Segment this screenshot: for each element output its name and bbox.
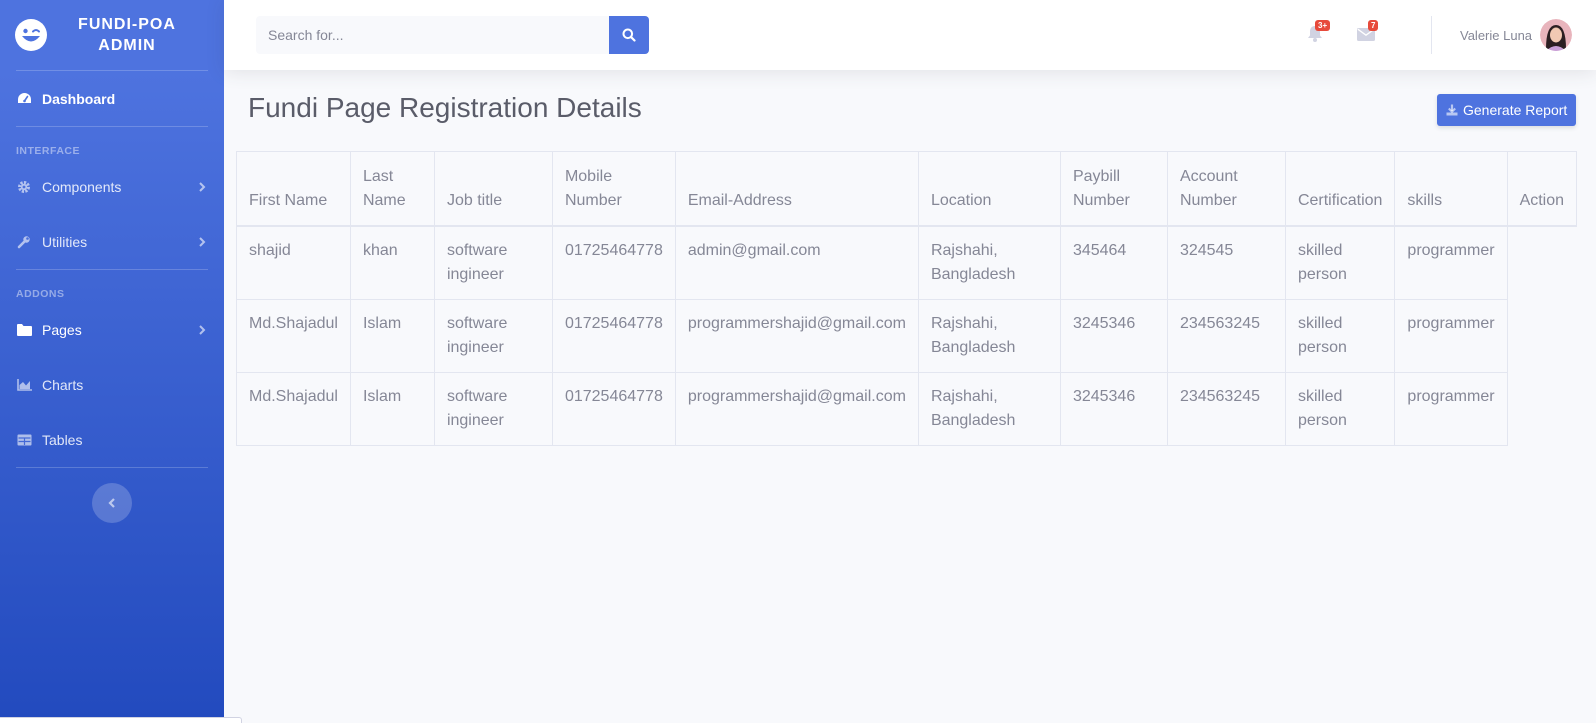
sidebar-item-dashboard[interactable]: Dashboard [0, 71, 224, 126]
table-cell: Md.Shajadul [236, 298, 351, 373]
search-input[interactable] [256, 16, 609, 54]
column-header: Account Number [1166, 151, 1286, 227]
sidebar-divider [16, 467, 208, 468]
table-cell: Md.Shajadul [236, 371, 351, 446]
table-cell: software ingineer [433, 371, 553, 446]
table-cell: skilled person [1284, 298, 1396, 373]
column-header: Last Name [349, 151, 435, 227]
column-header: Email-Address [674, 151, 919, 227]
table-cell: 345464 [1059, 225, 1168, 300]
sidebar: FUNDI-POA ADMIN Dashboard INTERFACE Comp… [0, 0, 224, 723]
column-header: Paybill Number [1059, 151, 1168, 227]
table-cell: 3245346 [1059, 371, 1168, 446]
table-cell: programmer [1394, 225, 1508, 300]
topbar: 3+ 7 Valerie Luna [224, 0, 1596, 70]
search-button[interactable] [609, 16, 649, 54]
download-icon [1446, 104, 1458, 116]
brand-title: FUNDI-POA ADMIN [48, 14, 224, 56]
table-row: Md.Shajadul Islam software ingineer 0172… [236, 371, 1577, 446]
page-title: Fundi Page Registration Details [248, 92, 642, 123]
table-cell: 01725464778 [551, 225, 676, 300]
alerts-dropdown[interactable]: 3+ [1307, 20, 1331, 45]
sidebar-item-label: Tables [42, 431, 83, 448]
messages-badge: 7 [1368, 20, 1379, 31]
column-header: Location [917, 151, 1061, 227]
table-cell: Islam [349, 298, 435, 373]
action-cell [1507, 226, 1576, 300]
table-cell: khan [349, 225, 435, 300]
table-icon [16, 432, 32, 448]
table-cell: Rajshahi, Bangladesh [917, 298, 1061, 373]
user-dropdown[interactable]: Valerie Luna [1460, 19, 1573, 51]
table-row: shajid khan software ingineer 0172546477… [236, 225, 1577, 300]
table-cell: Islam [349, 371, 435, 446]
tachometer-icon [16, 91, 32, 107]
table-cell: programmer [1394, 371, 1508, 446]
sidebar-item-label: Utilities [42, 233, 88, 250]
table-cell: Rajshahi, Bangladesh [917, 225, 1061, 300]
topbar-divider [1431, 16, 1432, 54]
folder-icon [16, 322, 32, 338]
table-cell: skilled person [1284, 371, 1396, 446]
table-cell: software ingineer [433, 298, 553, 373]
registration-table: First Name Last Name Job title Mobile Nu… [236, 151, 1578, 446]
wrench-icon [16, 234, 32, 250]
chevron-left-icon [108, 498, 115, 508]
messages-dropdown[interactable]: 7 [1357, 20, 1379, 45]
table-cell: 234563245 [1166, 371, 1286, 446]
brand-line-2: ADMIN [98, 37, 156, 54]
sidebar-item-components[interactable]: Components [0, 159, 224, 214]
table-cell: programmershajid@gmail.com [674, 371, 919, 446]
table-cell: 01725464778 [551, 371, 676, 446]
chart-area-icon [16, 377, 32, 393]
chevron-right-icon [199, 324, 206, 335]
table-cell: programmer [1394, 298, 1508, 373]
chevron-right-icon [199, 181, 206, 192]
table-cell: 324545 [1166, 225, 1286, 300]
sidebar-item-label: Components [42, 178, 122, 195]
sidebar-item-label: Pages [42, 321, 82, 338]
brand-line-1: FUNDI-POA [78, 16, 176, 33]
table-cell: 3245346 [1059, 298, 1168, 373]
sidebar-toggle-button[interactable] [92, 483, 132, 523]
table-cell: shajid [236, 225, 351, 300]
column-header: Mobile Number [551, 151, 676, 227]
table-cell: 01725464778 [551, 298, 676, 373]
sidebar-item-label: Dashboard [42, 90, 116, 107]
brand[interactable]: FUNDI-POA ADMIN [0, 0, 224, 70]
table-cell: admin@gmail.com [674, 225, 919, 300]
column-header: Action [1506, 151, 1578, 227]
laugh-wink-icon [15, 19, 47, 51]
sidebar-item-utilities[interactable]: Utilities [0, 214, 224, 269]
alerts-badge: 3+ [1315, 20, 1331, 31]
column-header: Certification [1284, 151, 1396, 227]
table-cell: software ingineer [433, 225, 553, 300]
action-cell [1507, 372, 1576, 445]
user-name: Valerie Luna [1460, 27, 1533, 43]
action-cell [1507, 299, 1576, 372]
chevron-right-icon [199, 236, 206, 247]
bottom-edge-fragment [0, 717, 242, 723]
table-row: Md.Shajadul Islam software ingineer 0172… [236, 298, 1577, 373]
column-header: First Name [236, 151, 351, 227]
table-cell: 234563245 [1166, 298, 1286, 373]
sidebar-item-tables[interactable]: Tables [0, 412, 224, 467]
table-cell: programmershajid@gmail.com [674, 298, 919, 373]
table-cell: Rajshahi, Bangladesh [917, 371, 1061, 446]
generate-report-label: Generate Report [1463, 102, 1568, 118]
avatar [1540, 19, 1573, 51]
sidebar-item-pages[interactable]: Pages [0, 302, 224, 357]
table-cell: skilled person [1284, 225, 1396, 300]
cog-icon [16, 179, 32, 195]
sidebar-item-label: Charts [42, 376, 84, 393]
generate-report-button[interactable]: Generate Report [1437, 94, 1577, 126]
sidebar-heading-interface: INTERFACE [16, 145, 81, 157]
table-header-row: First Name Last Name Job title Mobile Nu… [236, 151, 1578, 227]
search-icon [622, 28, 636, 42]
search-form [256, 16, 649, 54]
column-header: skills [1394, 151, 1508, 227]
sidebar-heading-addons: ADDONS [16, 288, 65, 300]
column-header: Job title [433, 151, 553, 227]
sidebar-item-charts[interactable]: Charts [0, 357, 224, 412]
